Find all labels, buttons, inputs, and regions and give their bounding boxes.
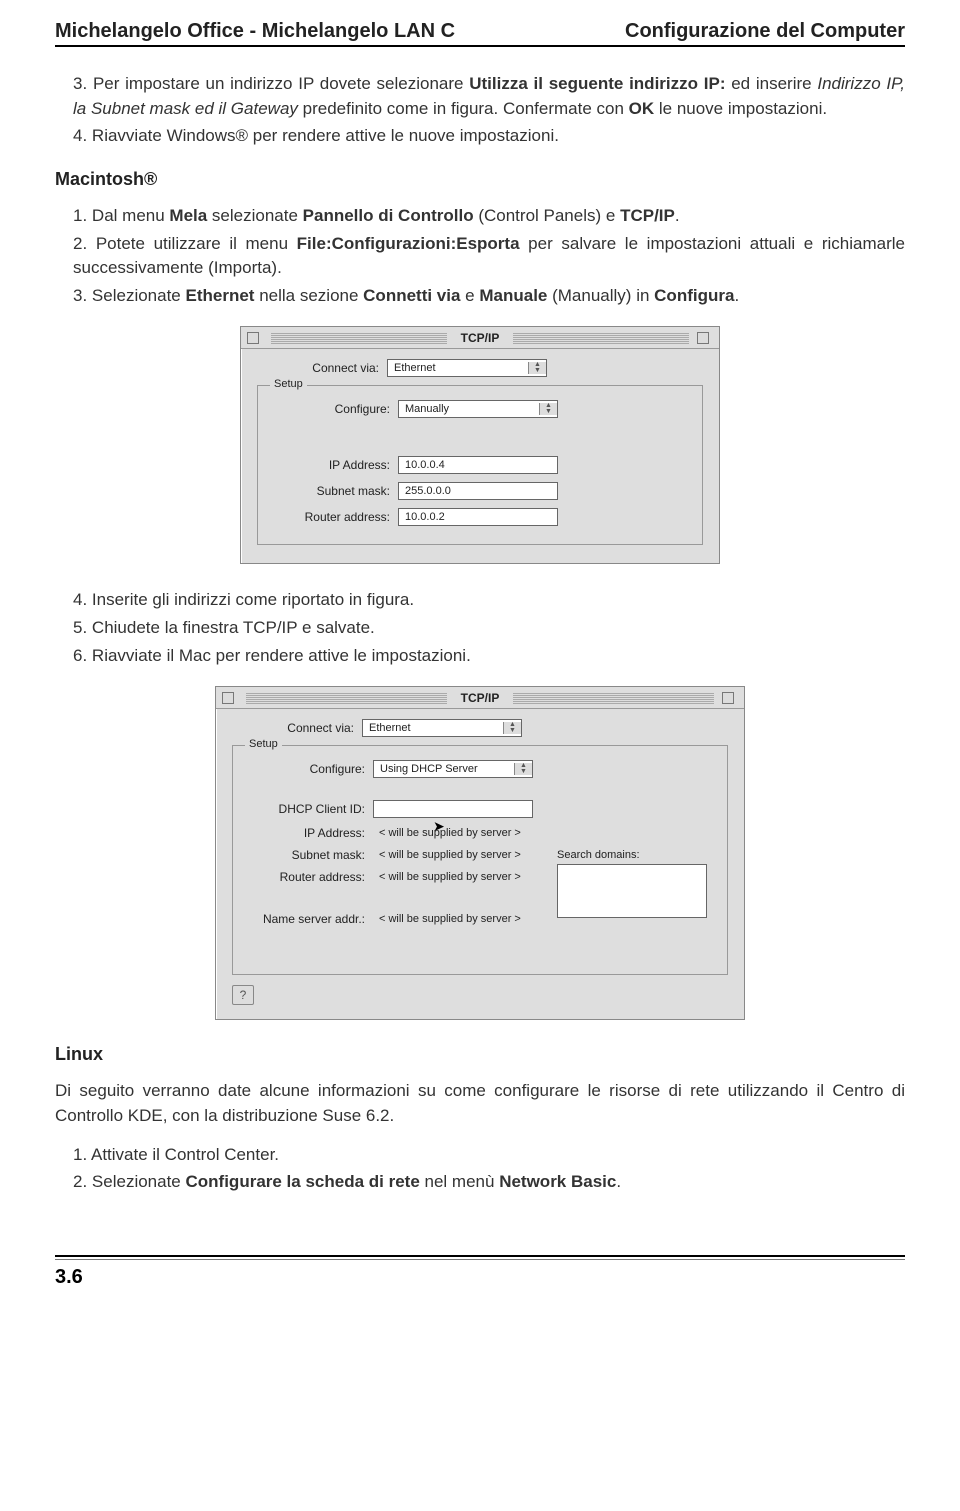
linux-item-2: 2. Selezionate Configurare la scheda di … bbox=[73, 1170, 905, 1195]
header-right: Configurazione del Computer bbox=[625, 20, 905, 43]
ip-address-label: IP Address: bbox=[268, 458, 398, 472]
router-address-label: Router address: bbox=[243, 870, 373, 884]
ip-address-label: IP Address: bbox=[243, 826, 373, 840]
chevron-updown-icon[interactable] bbox=[539, 403, 557, 415]
linux-intro: Di seguito verranno date alcune informaz… bbox=[55, 1079, 905, 1128]
dhcp-client-id-label: DHCP Client ID: bbox=[243, 802, 373, 816]
ip-address-input[interactable]: 10.0.0.4 bbox=[398, 456, 558, 474]
page-footer: 3.6 bbox=[55, 1255, 905, 1289]
dhcp-client-id-input[interactable] bbox=[373, 800, 533, 818]
chevron-updown-icon[interactable] bbox=[514, 763, 532, 775]
setup-legend: Setup bbox=[270, 378, 307, 390]
titlebar-stripes bbox=[513, 332, 689, 344]
ip-address-value: < will be supplied by server > bbox=[373, 827, 521, 839]
name-server-value: < will be supplied by server > bbox=[373, 913, 521, 925]
setup-fieldset: Setup Configure: Using DHCP Server ➤ DHC… bbox=[232, 745, 728, 975]
mac-item-4: 4. Inserite gli indirizzi come riportato… bbox=[73, 588, 905, 613]
intro-item-4: 4. Riavviate Windows® per rendere attive… bbox=[73, 124, 905, 149]
list-num: 3. bbox=[73, 74, 87, 93]
subnet-mask-label: Subnet mask: bbox=[243, 848, 373, 862]
router-address-value: < will be supplied by server > bbox=[373, 871, 521, 883]
connect-via-select[interactable]: Ethernet bbox=[362, 719, 522, 737]
titlebar[interactable]: TCP/IP bbox=[241, 327, 719, 349]
mac-item-2: 2. Potete utilizzare il menu File:Config… bbox=[73, 232, 905, 281]
connect-via-label: Connect via: bbox=[232, 721, 362, 735]
search-domains-group: Search domains: bbox=[557, 849, 707, 918]
collapse-icon[interactable] bbox=[697, 332, 709, 344]
configure-select[interactable]: Using DHCP Server bbox=[373, 760, 533, 778]
help-icon[interactable]: ? bbox=[232, 985, 254, 1005]
configure-select[interactable]: Manually bbox=[398, 400, 558, 418]
router-address-input[interactable]: 10.0.0.2 bbox=[398, 508, 558, 526]
configure-label: Configure: bbox=[268, 402, 398, 416]
macintosh-heading: Macintosh® bbox=[55, 169, 905, 190]
titlebar-stripes bbox=[513, 692, 714, 704]
page-header: Michelangelo Office - Michelangelo LAN C… bbox=[55, 20, 905, 47]
linux-item-1: 1. Attivate il Control Center. bbox=[73, 1143, 905, 1168]
mac-item-6: 6. Riavviate il Mac per rendere attive l… bbox=[73, 644, 905, 669]
mac-item-5: 5. Chiudete la finestra TCP/IP e salvate… bbox=[73, 616, 905, 641]
close-icon[interactable] bbox=[247, 332, 259, 344]
setup-legend: Setup bbox=[245, 738, 282, 750]
mac-item-1: 1. Dal menu Mela selezionate Pannello di… bbox=[73, 204, 905, 229]
tcpip-window-manual: TCP/IP Connect via: Ethernet Setup Confi… bbox=[240, 326, 720, 564]
subnet-mask-label: Subnet mask: bbox=[268, 484, 398, 498]
search-domains-label: Search domains: bbox=[557, 849, 707, 861]
window-title: TCP/IP bbox=[455, 331, 506, 345]
search-domains-input[interactable] bbox=[557, 864, 707, 918]
window-title: TCP/IP bbox=[455, 691, 506, 705]
collapse-icon[interactable] bbox=[722, 692, 734, 704]
header-left: Michelangelo Office - Michelangelo LAN C bbox=[55, 20, 455, 43]
mac-item-3: 3. Selezionate Ethernet nella sezione Co… bbox=[73, 284, 905, 309]
connect-via-label: Connect via: bbox=[257, 361, 387, 375]
name-server-label: Name server addr.: bbox=[243, 912, 373, 926]
titlebar[interactable]: TCP/IP bbox=[216, 687, 744, 709]
close-icon[interactable] bbox=[222, 692, 234, 704]
chevron-updown-icon[interactable] bbox=[528, 362, 546, 374]
connect-via-select[interactable]: Ethernet bbox=[387, 359, 547, 377]
subnet-mask-input[interactable]: 255.0.0.0 bbox=[398, 482, 558, 500]
linux-heading: Linux bbox=[55, 1044, 905, 1065]
subnet-mask-value: < will be supplied by server > bbox=[373, 849, 521, 861]
page-number: 3.6 bbox=[55, 1266, 905, 1289]
titlebar-stripes bbox=[271, 332, 447, 344]
tcpip-window-dhcp: TCP/IP Connect via: Ethernet Setup Confi… bbox=[215, 686, 745, 1020]
configure-label: Configure: bbox=[243, 762, 373, 776]
list-num: 4. bbox=[73, 126, 87, 145]
intro-item-3: 3. Per impostare un indirizzo IP dovete … bbox=[73, 72, 905, 121]
chevron-updown-icon[interactable] bbox=[503, 722, 521, 734]
titlebar-stripes bbox=[246, 692, 447, 704]
router-address-label: Router address: bbox=[268, 510, 398, 524]
setup-fieldset: Setup Configure: Manually IP Address: 10… bbox=[257, 385, 703, 545]
